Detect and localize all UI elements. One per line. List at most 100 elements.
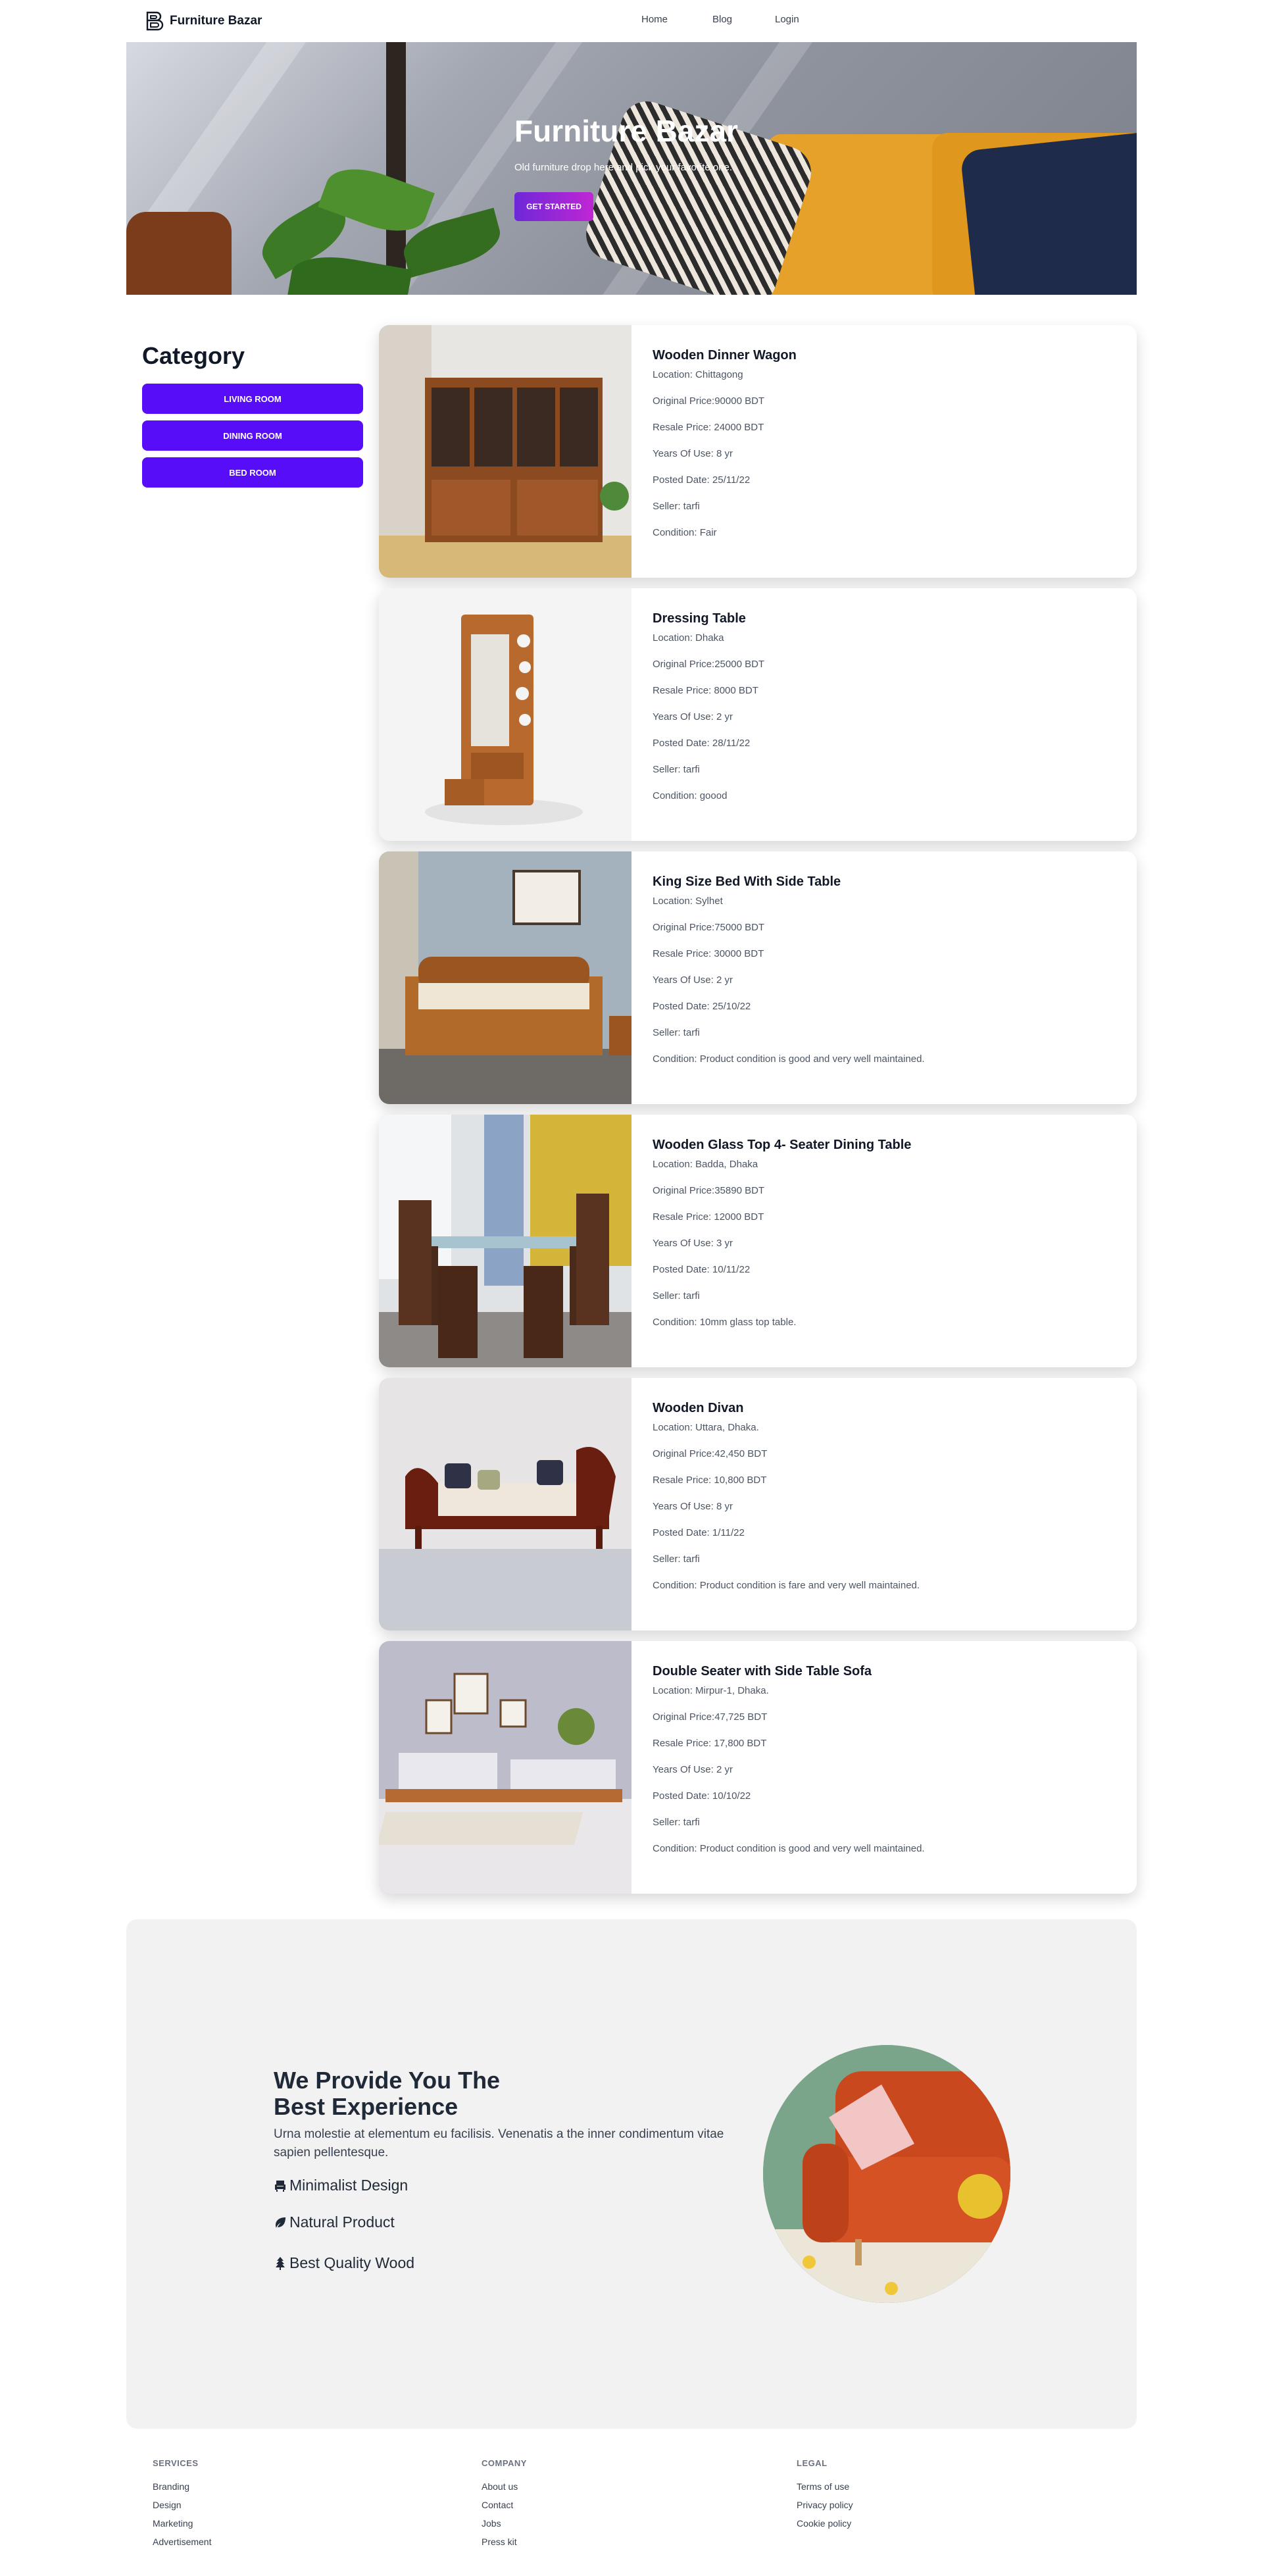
product-location: Location: Mirpur-1, Dhaka. [653, 1685, 769, 1696]
nav-home-link[interactable]: Home [641, 14, 668, 25]
experience-description: Urna molestie at elementum eu facilisis.… [274, 2127, 724, 2159]
product-title: Double Seater with Side Table Sofa [653, 1664, 872, 1679]
hero-subtitle: Old furniture drop here and pick your fa… [514, 162, 733, 173]
footer-link[interactable]: Marketing [153, 2517, 211, 2530]
category-living-room-button[interactable]: LIVING ROOM [142, 384, 363, 414]
product-location: Location: Chittagong [653, 369, 743, 380]
footer-heading: LEGAL [797, 2458, 828, 2468]
product-image [379, 1115, 632, 1367]
product-condition: Condition: 10mm glass top table. [653, 1317, 797, 1328]
product-original-price: Original Price:75000 BDT [653, 922, 765, 933]
category-dining-room-button[interactable]: DINING ROOM [142, 420, 363, 451]
feature-best-quality-wood: Best Quality Wood [274, 2254, 414, 2272]
product-posted-date: Posted Date: 1/11/22 [653, 1527, 745, 1538]
footer-link[interactable]: Contact [482, 2498, 527, 2512]
product-original-price: Original Price:90000 BDT [653, 395, 765, 407]
footer-link[interactable]: Terms of use [797, 2480, 853, 2493]
product-seller: Seller: tarfi [653, 1290, 700, 1301]
nav-blog-link[interactable]: Blog [712, 14, 732, 25]
product-seller: Seller: tarfi [653, 501, 700, 512]
footer-services-column: SERVICES Branding Design Marketing Adver… [153, 2458, 211, 2554]
product-years-of-use: Years Of Use: 8 yr [653, 448, 733, 459]
product-posted-date: Posted Date: 10/11/22 [653, 1264, 751, 1275]
product-card[interactable]: Dressing Table Location: Dhaka Original … [379, 588, 1137, 841]
product-resale-price: Resale Price: 8000 BDT [653, 685, 758, 696]
product-card[interactable]: Wooden Dinner Wagon Location: Chittagong… [379, 325, 1137, 578]
product-original-price: Original Price:35890 BDT [653, 1185, 765, 1196]
product-condition: Condition: Product condition is good and… [653, 1843, 925, 1854]
hero-navy-pillow [960, 131, 1137, 295]
orange-sofa-image [763, 2045, 1010, 2303]
footer-link[interactable]: Privacy policy [797, 2498, 853, 2512]
product-posted-date: Posted Date: 25/11/22 [653, 474, 751, 486]
product-title: Wooden Glass Top 4- Seater Dining Table [653, 1138, 912, 1152]
product-seller: Seller: tarfi [653, 1817, 700, 1828]
product-details: Wooden Glass Top 4- Seater Dining Table … [653, 1136, 1121, 1329]
leaf-icon [276, 2217, 285, 2228]
footer-link[interactable]: Branding [153, 2480, 211, 2493]
product-image [379, 851, 632, 1104]
footer-link[interactable]: Jobs [482, 2517, 527, 2530]
product-years-of-use: Years Of Use: 2 yr [653, 974, 733, 986]
feature-natural-product: Natural Product [274, 2213, 395, 2231]
product-original-price: Original Price:47,725 BDT [653, 1711, 768, 1723]
product-seller: Seller: tarfi [653, 764, 700, 775]
product-details: Wooden Dinner Wagon Location: Chittagong… [653, 346, 1121, 540]
product-seller: Seller: tarfi [653, 1553, 700, 1565]
product-years-of-use: Years Of Use: 2 yr [653, 1764, 733, 1775]
product-original-price: Original Price:25000 BDT [653, 659, 765, 670]
hero-banner: Furniture Bazar Old furniture drop here … [126, 42, 1137, 295]
category-bed-room-button[interactable]: BED ROOM [142, 457, 363, 488]
product-image [379, 1641, 632, 1894]
product-title: King Size Bed With Side Table [653, 874, 841, 889]
product-location: Location: Dhaka [653, 632, 724, 644]
product-location: Location: Badda, Dhaka [653, 1159, 758, 1170]
footer-heading: SERVICES [153, 2458, 199, 2468]
product-years-of-use: Years Of Use: 8 yr [653, 1501, 733, 1512]
product-details: Double Seater with Side Table Sofa Locat… [653, 1662, 1121, 1856]
footer-heading: COMPANY [482, 2458, 527, 2468]
hero-wooden-post [386, 42, 406, 295]
product-card[interactable]: King Size Bed With Side Table Location: … [379, 851, 1137, 1104]
feature-label: Natural Product [289, 2213, 395, 2231]
product-resale-price: Resale Price: 10,800 BDT [653, 1475, 767, 1486]
nav-menu: Home Blog Login [126, 0, 1137, 42]
product-title: Wooden Divan [653, 1401, 744, 1415]
navbar: Furniture Bazar Home Blog Login [126, 0, 1137, 42]
footer-legal-column: LEGAL Terms of use Privacy policy Cookie… [797, 2458, 853, 2535]
armchair-icon [275, 2180, 285, 2192]
feature-label: Minimalist Design [289, 2177, 409, 2194]
experience-title: We Provide You The Best Experience [274, 2067, 501, 2120]
product-card[interactable]: Wooden Glass Top 4- Seater Dining Table … [379, 1115, 1137, 1367]
footer-link[interactable]: Advertisement [153, 2535, 211, 2548]
footer-link[interactable]: Design [153, 2498, 211, 2512]
product-resale-price: Resale Price: 17,800 BDT [653, 1738, 767, 1749]
category-title: Category [142, 342, 245, 369]
product-posted-date: Posted Date: 25/10/22 [653, 1001, 751, 1012]
product-condition: Condition: Product condition is fare and… [653, 1580, 920, 1591]
footer-link[interactable]: Press kit [482, 2535, 527, 2548]
product-resale-price: Resale Price: 24000 BDT [653, 422, 764, 433]
product-title: Dressing Table [653, 611, 746, 626]
get-started-button[interactable]: GET STARTED [514, 192, 593, 221]
product-resale-price: Resale Price: 12000 BDT [653, 1211, 764, 1223]
product-card[interactable]: Wooden Divan Location: Uttara, Dhaka. Or… [379, 1378, 1137, 1630]
product-details: King Size Bed With Side Table Location: … [653, 872, 1121, 1066]
product-card[interactable]: Double Seater with Side Table Sofa Locat… [379, 1641, 1137, 1894]
product-years-of-use: Years Of Use: 2 yr [653, 711, 733, 722]
product-details: Dressing Table Location: Dhaka Original … [653, 609, 1121, 803]
footer-link[interactable]: About us [482, 2480, 527, 2493]
product-resale-price: Resale Price: 30000 BDT [653, 948, 764, 959]
product-details: Wooden Divan Location: Uttara, Dhaka. Or… [653, 1399, 1121, 1592]
feature-label: Best Quality Wood [289, 2254, 415, 2271]
tree-icon [276, 2256, 285, 2270]
nav-login-link[interactable]: Login [775, 14, 799, 25]
product-posted-date: Posted Date: 10/10/22 [653, 1790, 751, 1802]
product-title: Wooden Dinner Wagon [653, 348, 797, 363]
product-location: Location: Sylhet [653, 896, 723, 907]
feature-minimalist-design: Minimalist Design [274, 2177, 408, 2194]
product-location: Location: Uttara, Dhaka. [653, 1422, 759, 1433]
hero-leather-couch [126, 212, 232, 295]
product-condition: Condition: Product condition is good and… [653, 1053, 925, 1065]
footer-link[interactable]: Cookie policy [797, 2517, 853, 2530]
